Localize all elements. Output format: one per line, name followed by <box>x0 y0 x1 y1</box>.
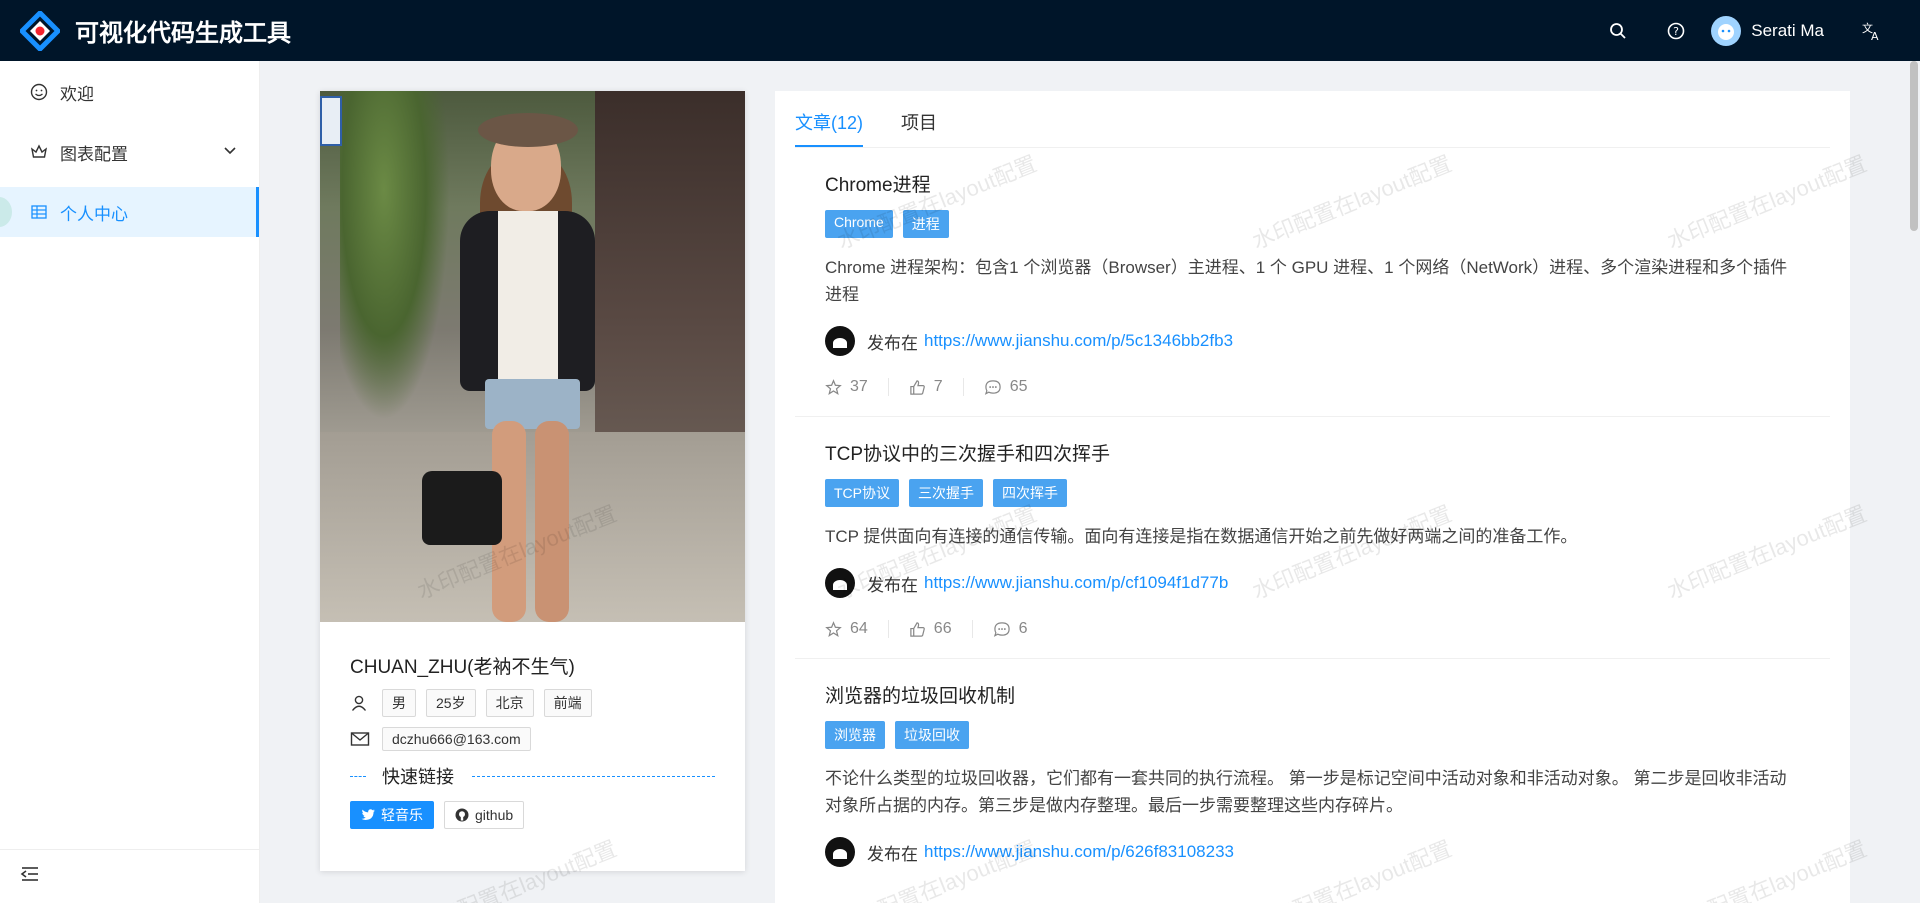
search-icon[interactable] <box>1589 0 1647 61</box>
page-scrollbar[interactable] <box>1908 61 1920 903</box>
svg-text:?: ? <box>1673 25 1679 38</box>
article-tag: Chrome <box>825 210 893 238</box>
article-tag: 进程 <box>902 210 949 238</box>
article-tag: TCP协议 <box>825 479 899 507</box>
comment-icon <box>984 379 1001 395</box>
article-link[interactable]: https://www.jianshu.com/p/5c1346bb2fb3 <box>924 331 1233 351</box>
sidebar-item-personal-center[interactable]: 个人中心 <box>0 187 259 237</box>
comment-icon <box>993 621 1010 637</box>
profile-tag-role: 前端 <box>543 689 592 717</box>
published-label: 发布在 <box>867 333 918 353</box>
sidebar-item-welcome[interactable]: 欢迎 <box>0 67 259 117</box>
help-icon[interactable]: ? <box>1647 0 1705 61</box>
sidebar-item-label: 个人中心 <box>60 204 128 224</box>
star-count: 37 <box>850 378 868 395</box>
github-icon <box>455 808 469 822</box>
sidebar-item-chart-config[interactable]: 图表配置 <box>0 127 259 177</box>
user-menu[interactable]: Serati Ma <box>1705 0 1842 61</box>
chevron-down-icon[interactable] <box>223 143 237 163</box>
article-item: Chrome进程 Chrome 进程 Chrome 进程架构：包含1 个浏览器（… <box>795 148 1830 417</box>
avatar <box>1711 15 1742 46</box>
article-description: 不论什么类型的垃圾回收器，它们都有一套共同的执行流程。 第一步是标记空间中活动对… <box>825 769 1787 815</box>
profile-tag-age: 25岁 <box>426 689 476 717</box>
tab-articles[interactable]: 文章(12) <box>795 109 864 147</box>
comment-count: 65 <box>1009 378 1028 395</box>
sidebar-item-label: 图表配置 <box>60 144 128 164</box>
article-title[interactable]: 浏览器的垃圾回收机制 <box>825 681 1800 708</box>
profile-tag-city: 北京 <box>485 689 534 717</box>
article-link[interactable]: https://www.jianshu.com/p/cf1094f1d77b <box>924 573 1228 593</box>
mail-icon <box>350 727 374 751</box>
svg-text:A: A <box>1871 30 1879 42</box>
like-icon <box>910 379 925 395</box>
profile-photo <box>320 91 745 622</box>
user-name: Serati Ma <box>1751 20 1824 40</box>
like-stat[interactable]: 66 <box>909 620 973 638</box>
published-label: 发布在 <box>867 844 918 864</box>
twitter-icon <box>361 809 375 821</box>
link-label: 轻音乐 <box>381 807 423 823</box>
app-title: 可视化代码生成工具 <box>75 20 291 47</box>
quick-links-title: 快速链接 <box>382 767 454 787</box>
smile-icon <box>30 83 48 101</box>
active-indicator <box>0 197 12 227</box>
star-icon <box>825 378 842 395</box>
star-icon <box>825 620 842 637</box>
menu-fold-icon <box>20 865 40 888</box>
star-count: 64 <box>850 620 868 637</box>
like-count: 66 <box>933 620 952 637</box>
link-label: github <box>475 807 514 823</box>
sidebar-item-label: 欢迎 <box>60 84 94 104</box>
comment-stat[interactable]: 6 <box>993 620 1048 638</box>
article-title[interactable]: Chrome进程 <box>825 170 1800 197</box>
author-avatar <box>825 326 855 356</box>
quick-links-divider: 快速链接 <box>350 763 715 789</box>
profile-name: CHUAN_ZHU(老衲不生气) <box>350 657 575 678</box>
star-stat[interactable]: 37 <box>825 378 889 396</box>
article-tag: 四次挥手 <box>993 479 1067 507</box>
profile-card: CHUAN_ZHU(老衲不生气) 男 25岁 北京 前端 dczhu666@16… <box>320 91 745 871</box>
user-icon <box>350 691 374 715</box>
logo[interactable]: 可视化代码生成工具 <box>18 8 291 53</box>
article-title[interactable]: TCP协议中的三次握手和四次挥手 <box>825 439 1800 466</box>
article-description: Chrome 进程架构：包含1 个浏览器（Browser）主进程、1 个 GPU… <box>825 258 1788 304</box>
top-header: 可视化代码生成工具 ? Serati Ma 文A <box>0 0 1920 61</box>
like-icon <box>910 621 925 637</box>
articles-card: 文章(12) 项目 Chrome进程 Chrome 进程 Chrome 进程架构… <box>775 91 1850 903</box>
star-stat[interactable]: 64 <box>825 620 889 638</box>
scrollbar-thumb[interactable] <box>1910 61 1918 231</box>
like-stat[interactable]: 7 <box>909 378 964 396</box>
article-link[interactable]: https://www.jianshu.com/p/626f83108233 <box>924 842 1234 862</box>
crown-icon <box>30 143 48 161</box>
tab-projects[interactable]: 项目 <box>901 109 937 147</box>
collapse-sidebar-button[interactable] <box>0 849 260 903</box>
github-link-button[interactable]: github <box>444 801 525 829</box>
comment-count: 6 <box>1018 620 1028 637</box>
article-description: TCP 提供面向有连接的通信传输。面向有连接是指在数据通信开始之前先做好两端之间… <box>825 527 1578 546</box>
profile-tag-gender: 男 <box>382 689 416 717</box>
translate-icon[interactable]: 文A <box>1842 0 1900 61</box>
author-avatar <box>825 837 855 867</box>
content-tabs: 文章(12) 项目 <box>795 91 1830 148</box>
article-item: TCP协议中的三次握手和四次挥手 TCP协议 三次握手 四次挥手 TCP 提供面… <box>795 417 1830 659</box>
light-music-link-button[interactable]: 轻音乐 <box>350 801 434 829</box>
article-tag: 浏览器 <box>825 721 885 749</box>
author-avatar <box>825 568 855 598</box>
article-tag: 垃圾回收 <box>895 721 969 749</box>
comment-stat[interactable]: 65 <box>984 378 1048 396</box>
profile-email: dczhu666@163.com <box>382 727 531 751</box>
article-item: 浏览器的垃圾回收机制 浏览器 垃圾回收 不论什么类型的垃圾回收器，它们都有一套共… <box>795 659 1830 867</box>
article-tag: 三次握手 <box>909 479 983 507</box>
published-label: 发布在 <box>867 575 918 595</box>
like-count: 7 <box>933 378 943 395</box>
app-logo-icon <box>18 8 62 53</box>
table-icon <box>30 203 48 221</box>
sidebar: 欢迎 图表配置 个人中心 <box>0 61 260 903</box>
